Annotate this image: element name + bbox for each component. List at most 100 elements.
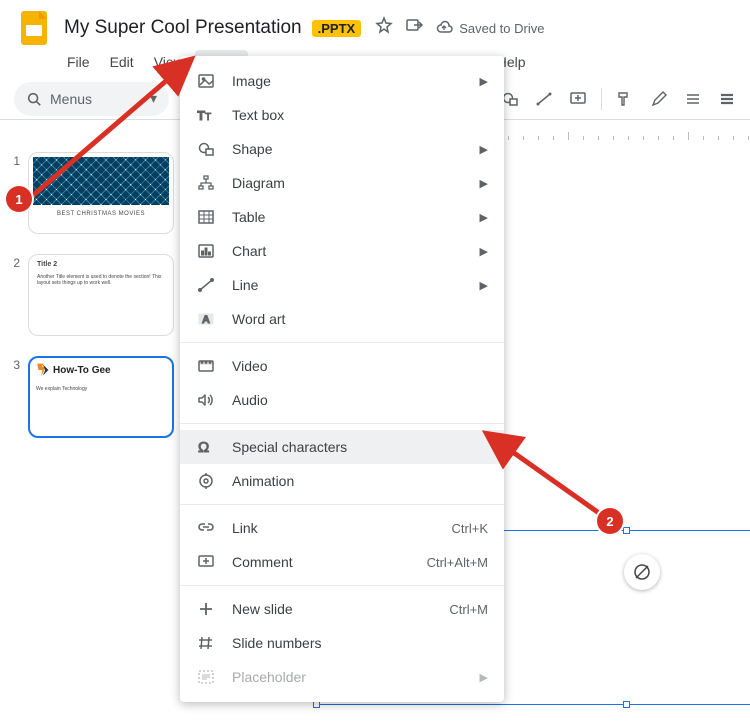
- menu-item-audio[interactable]: Audio: [180, 383, 504, 417]
- menu-item-shape[interactable]: Shape ▶: [180, 132, 504, 166]
- menu-item-text-box[interactable]: Text box: [180, 98, 504, 132]
- submenu-arrow-icon: ▶: [480, 279, 488, 292]
- menu-item-chart[interactable]: Chart ▶: [180, 234, 504, 268]
- exclude-icon: [633, 563, 651, 581]
- toolbar-divider: [601, 88, 602, 110]
- menu-item-label: New slide: [232, 601, 293, 617]
- slide-thumbnail-1[interactable]: BEST CHRISTMAS MOVIES: [28, 152, 174, 234]
- menus-search[interactable]: Menus ▾: [14, 82, 169, 116]
- menu-shortcut: Ctrl+K: [452, 521, 488, 536]
- menu-item-label: Comment: [232, 554, 293, 570]
- menu-item-link[interactable]: Link Ctrl+K: [180, 511, 504, 545]
- menu-item-label: Chart: [232, 243, 266, 259]
- menu-item-table[interactable]: Table ▶: [180, 200, 504, 234]
- menu-item-label: Audio: [232, 392, 268, 408]
- submenu-arrow-icon: ▶: [480, 211, 488, 224]
- resize-handle[interactable]: [623, 527, 630, 534]
- insert-line-button[interactable]: [529, 84, 559, 114]
- star-icon[interactable]: [375, 16, 393, 40]
- menu-item-slide-numbers[interactable]: Slide numbers: [180, 626, 504, 660]
- thumb-number: 2: [0, 254, 20, 270]
- annotation-callout-1: 1: [6, 186, 32, 212]
- table-icon: [196, 208, 216, 226]
- menu-item-placeholder: Placeholder ▶: [180, 660, 504, 694]
- menu-separator: [180, 342, 504, 343]
- thumb-title: How-To Gee: [53, 365, 111, 376]
- menu-item-label: Table: [232, 209, 265, 225]
- wordart-icon: [196, 310, 216, 328]
- menu-item-animation[interactable]: Animation: [180, 464, 504, 498]
- menu-item-comment[interactable]: Comment Ctrl+Alt+M: [180, 545, 504, 579]
- diagram-icon: [196, 174, 216, 192]
- menu-item-label: Placeholder: [232, 669, 306, 685]
- move-icon[interactable]: [405, 16, 423, 40]
- anim-icon: [196, 472, 216, 490]
- menu-item-line[interactable]: Line ▶: [180, 268, 504, 302]
- line-spacing-button[interactable]: [678, 84, 708, 114]
- menus-label: Menus: [50, 91, 92, 107]
- video-icon: [196, 357, 216, 375]
- menu-item-label: Animation: [232, 473, 294, 489]
- menu-item-label: Diagram: [232, 175, 285, 191]
- menu-item-label: Video: [232, 358, 268, 374]
- slide-panel: 1 BEST CHRISTMAS MOVIES 2 Title 2 Anothe…: [0, 120, 186, 725]
- insert-comment-button[interactable]: [563, 84, 593, 114]
- slide-thumbnail-3[interactable]: How-To Gee We explain Technology: [28, 356, 174, 438]
- menu-item-image[interactable]: Image ▶: [180, 64, 504, 98]
- menu-item-label: Line: [232, 277, 258, 293]
- menu-item-label: Special characters: [232, 439, 347, 455]
- paint-format-button[interactable]: [610, 84, 640, 114]
- thumb-body: We explain Technology: [34, 386, 168, 392]
- menu-item-label: Link: [232, 520, 258, 536]
- doc-title[interactable]: My Super Cool Presentation: [64, 17, 302, 39]
- file-badge: .PPTX: [312, 20, 362, 37]
- comment-icon: [196, 553, 216, 571]
- menu-item-diagram[interactable]: Diagram ▶: [180, 166, 504, 200]
- submenu-arrow-icon: ▶: [480, 75, 488, 88]
- cloud-icon[interactable]: Saved to Drive: [435, 19, 544, 37]
- annotation-callout-2: 2: [597, 508, 623, 534]
- thumb-title: BEST CHRISTMAS MOVIES: [33, 211, 169, 217]
- hash-icon: [196, 634, 216, 652]
- audio-icon: [196, 391, 216, 409]
- thumb-number: 3: [0, 356, 20, 372]
- thumb-number: 1: [0, 152, 20, 168]
- insert-menu: Image ▶ Text box Shape ▶ Diagram ▶ Table ▶ Chart ▶…: [180, 56, 504, 702]
- submenu-arrow-icon: ▶: [480, 143, 488, 156]
- placeholder-icon: [196, 668, 216, 686]
- image-icon: [196, 72, 216, 90]
- omega-icon: [196, 438, 216, 456]
- menu-separator: [180, 504, 504, 505]
- submenu-arrow-icon: ▶: [480, 245, 488, 258]
- menu-item-special-characters[interactable]: Special characters: [180, 430, 504, 464]
- menu-shortcut: Ctrl+Alt+M: [427, 555, 488, 570]
- menu-item-word-art[interactable]: Word art: [180, 302, 504, 336]
- thumb-title: Title 2: [33, 259, 169, 270]
- search-icon: [26, 91, 42, 107]
- thumb-body: Another Title element is used to denote …: [33, 270, 169, 290]
- menu-file[interactable]: File: [58, 50, 99, 74]
- submenu-arrow-icon: ▶: [480, 177, 488, 190]
- chevron-down-icon: ▾: [150, 90, 157, 107]
- slide-thumbnail-2[interactable]: Title 2 Another Title element is used to…: [28, 254, 174, 336]
- chart-icon: [196, 242, 216, 260]
- menu-separator: [180, 423, 504, 424]
- link-icon: [196, 519, 216, 537]
- submenu-arrow-icon: ▶: [480, 671, 488, 684]
- menu-item-new-slide[interactable]: New slide Ctrl+M: [180, 592, 504, 626]
- pen-button[interactable]: [644, 84, 674, 114]
- menu-item-label: Image: [232, 73, 271, 89]
- menu-item-video[interactable]: Video: [180, 349, 504, 383]
- menu-edit[interactable]: Edit: [101, 50, 143, 74]
- shape-icon: [196, 140, 216, 158]
- list-button[interactable]: [712, 84, 742, 114]
- menu-item-label: Slide numbers: [232, 635, 322, 651]
- menu-separator: [180, 585, 504, 586]
- textbox-icon: [196, 106, 216, 124]
- floating-action-button[interactable]: [624, 554, 660, 590]
- app-icon[interactable]: [14, 8, 54, 48]
- menu-shortcut: Ctrl+M: [449, 602, 488, 617]
- save-status: Saved to Drive: [459, 21, 544, 36]
- menu-item-label: Word art: [232, 311, 285, 327]
- menu-item-label: Shape: [232, 141, 272, 157]
